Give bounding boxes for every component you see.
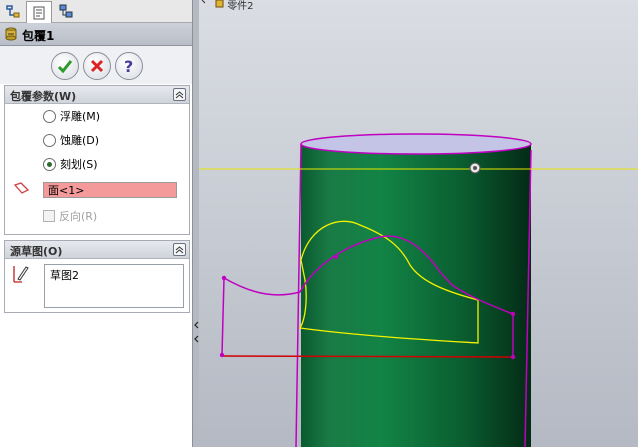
scribe-option[interactable]: 刻划(S) (43, 156, 98, 172)
configuration-manager-tab[interactable] (54, 1, 78, 21)
sketch-icon (13, 266, 29, 283)
reverse-checkbox[interactable] (43, 210, 55, 222)
cancel-icon (90, 59, 104, 73)
graphics-area[interactable] (199, 0, 638, 447)
reverse-label: 反向(R) (59, 210, 98, 223)
wrap-parameters-header[interactable]: 包覆参数(W) (5, 86, 189, 104)
breadcrumb-label: 零件2 (227, 1, 254, 12)
ok-button[interactable] (51, 52, 79, 80)
part-icon (201, 0, 224, 8)
source-sketch-group: 源草图(O) 草图2 (4, 240, 190, 313)
source-sketch-item[interactable]: 草图2 (50, 267, 79, 283)
feature-manager-icon (6, 5, 20, 18)
sketch-baseline[interactable] (221, 355, 514, 358)
face-selection-field[interactable]: 面<1> (43, 182, 177, 198)
origin-marker[interactable] (469, 162, 481, 174)
deboss-option[interactable]: 蚀雕(D) (43, 132, 99, 148)
feature-title-bar: 包覆1 (0, 23, 192, 46)
emboss-label: 浮雕(M) (60, 110, 101, 123)
wrap-parameters-title: 包覆参数(W) (10, 90, 77, 103)
feature-title: 包覆1 (22, 29, 55, 43)
emboss-radio[interactable] (43, 109, 56, 123)
feature-manager-tab[interactable] (0, 1, 24, 21)
svg-text:?: ? (124, 57, 133, 75)
configuration-manager-icon (59, 4, 73, 18)
manager-tabs (0, 0, 192, 23)
feature-tree-breadcrumb[interactable]: 零件2 (200, 0, 254, 12)
face-selection-icon (14, 182, 30, 194)
collapse-icon[interactable] (173, 88, 186, 101)
cancel-button[interactable] (83, 52, 111, 80)
wrap-parameters-group: 包覆参数(W) 浮雕(M) 蚀雕(D) 刻划(S) 面<1> 反向(R) (4, 85, 190, 235)
ok-icon (57, 60, 73, 74)
property-manager-tab[interactable] (26, 1, 52, 23)
action-buttons: ? (0, 46, 192, 84)
reverse-option[interactable]: 反向(R) (43, 208, 97, 224)
source-sketch-header[interactable]: 源草图(O) (5, 241, 189, 259)
wrap-feature-icon (5, 27, 17, 41)
help-icon: ? (124, 57, 133, 75)
deboss-radio[interactable] (43, 133, 56, 147)
source-sketch-title: 源草图(O) (10, 245, 63, 258)
scribe-label: 刻划(S) (60, 158, 98, 171)
collapse-icon[interactable] (173, 243, 186, 256)
property-manager-icon (33, 6, 45, 19)
property-manager-panel: 包覆1 ? 包覆参数(W) 浮雕(M) 蚀雕(D) 刻划(S) 面<1> 反向(… (0, 0, 192, 447)
scribe-radio[interactable] (43, 157, 56, 171)
deboss-label: 蚀雕(D) (60, 134, 100, 147)
emboss-option[interactable]: 浮雕(M) (43, 108, 100, 124)
help-button[interactable]: ? (115, 52, 143, 80)
cylinder-body[interactable] (295, 133, 532, 447)
source-sketch-list[interactable]: 草图2 (44, 264, 184, 308)
